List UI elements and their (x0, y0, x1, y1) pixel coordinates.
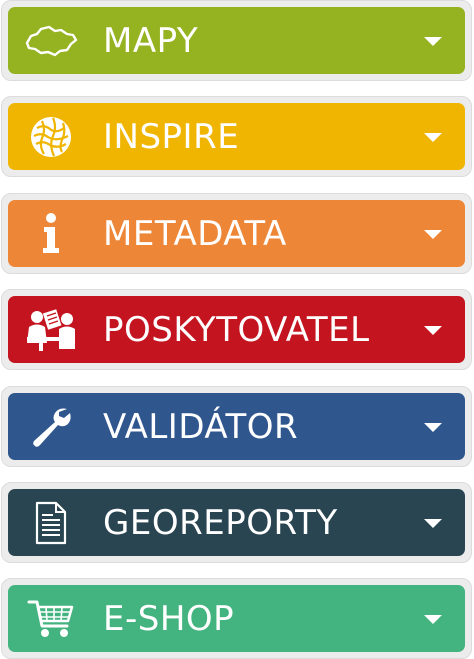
menu-item-poskytovatel[interactable]: POSKYTOVATEL (8, 296, 465, 363)
provider-icon (22, 305, 80, 355)
menu-item-frame-mapy: MAPY (1, 0, 472, 81)
menu-item-georeporty[interactable]: GEOREPORTY (8, 489, 465, 556)
menu-item-label-mapy: MAPY (103, 20, 199, 61)
menu-item-eshop[interactable]: E-SHOP (8, 585, 465, 652)
menu-item-metadata[interactable]: METADATA (8, 200, 465, 267)
inspire-globe-icon (22, 112, 80, 162)
menu-item-frame-validator: VALIDÁTOR (1, 386, 472, 467)
main-menu: MAPY INSPIRE METADATA POSKYTOVATEL VALID… (0, 0, 474, 659)
menu-item-frame-georeporty: GEOREPORTY (1, 482, 472, 563)
menu-item-label-metadata: METADATA (103, 213, 287, 254)
menu-item-label-inspire: INSPIRE (103, 116, 240, 157)
czech-map-icon (22, 16, 80, 66)
menu-item-label-validator: VALIDÁTOR (103, 406, 299, 447)
menu-item-frame-inspire: INSPIRE (1, 96, 472, 177)
chevron-down-icon[interactable] (424, 614, 442, 624)
chevron-down-icon[interactable] (424, 132, 442, 142)
menu-item-frame-poskytovatel: POSKYTOVATEL (1, 289, 472, 370)
menu-item-validator[interactable]: VALIDÁTOR (8, 393, 465, 460)
menu-item-label-eshop: E-SHOP (103, 598, 235, 639)
chevron-down-icon[interactable] (424, 518, 442, 528)
menu-item-frame-metadata: METADATA (1, 193, 472, 274)
wrench-icon (22, 402, 80, 452)
info-icon (22, 209, 80, 259)
document-icon (22, 498, 80, 548)
chevron-down-icon[interactable] (424, 325, 442, 335)
chevron-down-icon[interactable] (424, 36, 442, 46)
menu-item-label-georeporty: GEOREPORTY (103, 502, 338, 543)
chevron-down-icon[interactable] (424, 229, 442, 239)
menu-item-label-poskytovatel: POSKYTOVATEL (103, 309, 370, 350)
menu-item-mapy[interactable]: MAPY (8, 7, 465, 74)
menu-item-inspire[interactable]: INSPIRE (8, 103, 465, 170)
shopping-cart-icon (22, 594, 80, 644)
chevron-down-icon[interactable] (424, 422, 442, 432)
menu-item-frame-eshop: E-SHOP (1, 578, 472, 659)
